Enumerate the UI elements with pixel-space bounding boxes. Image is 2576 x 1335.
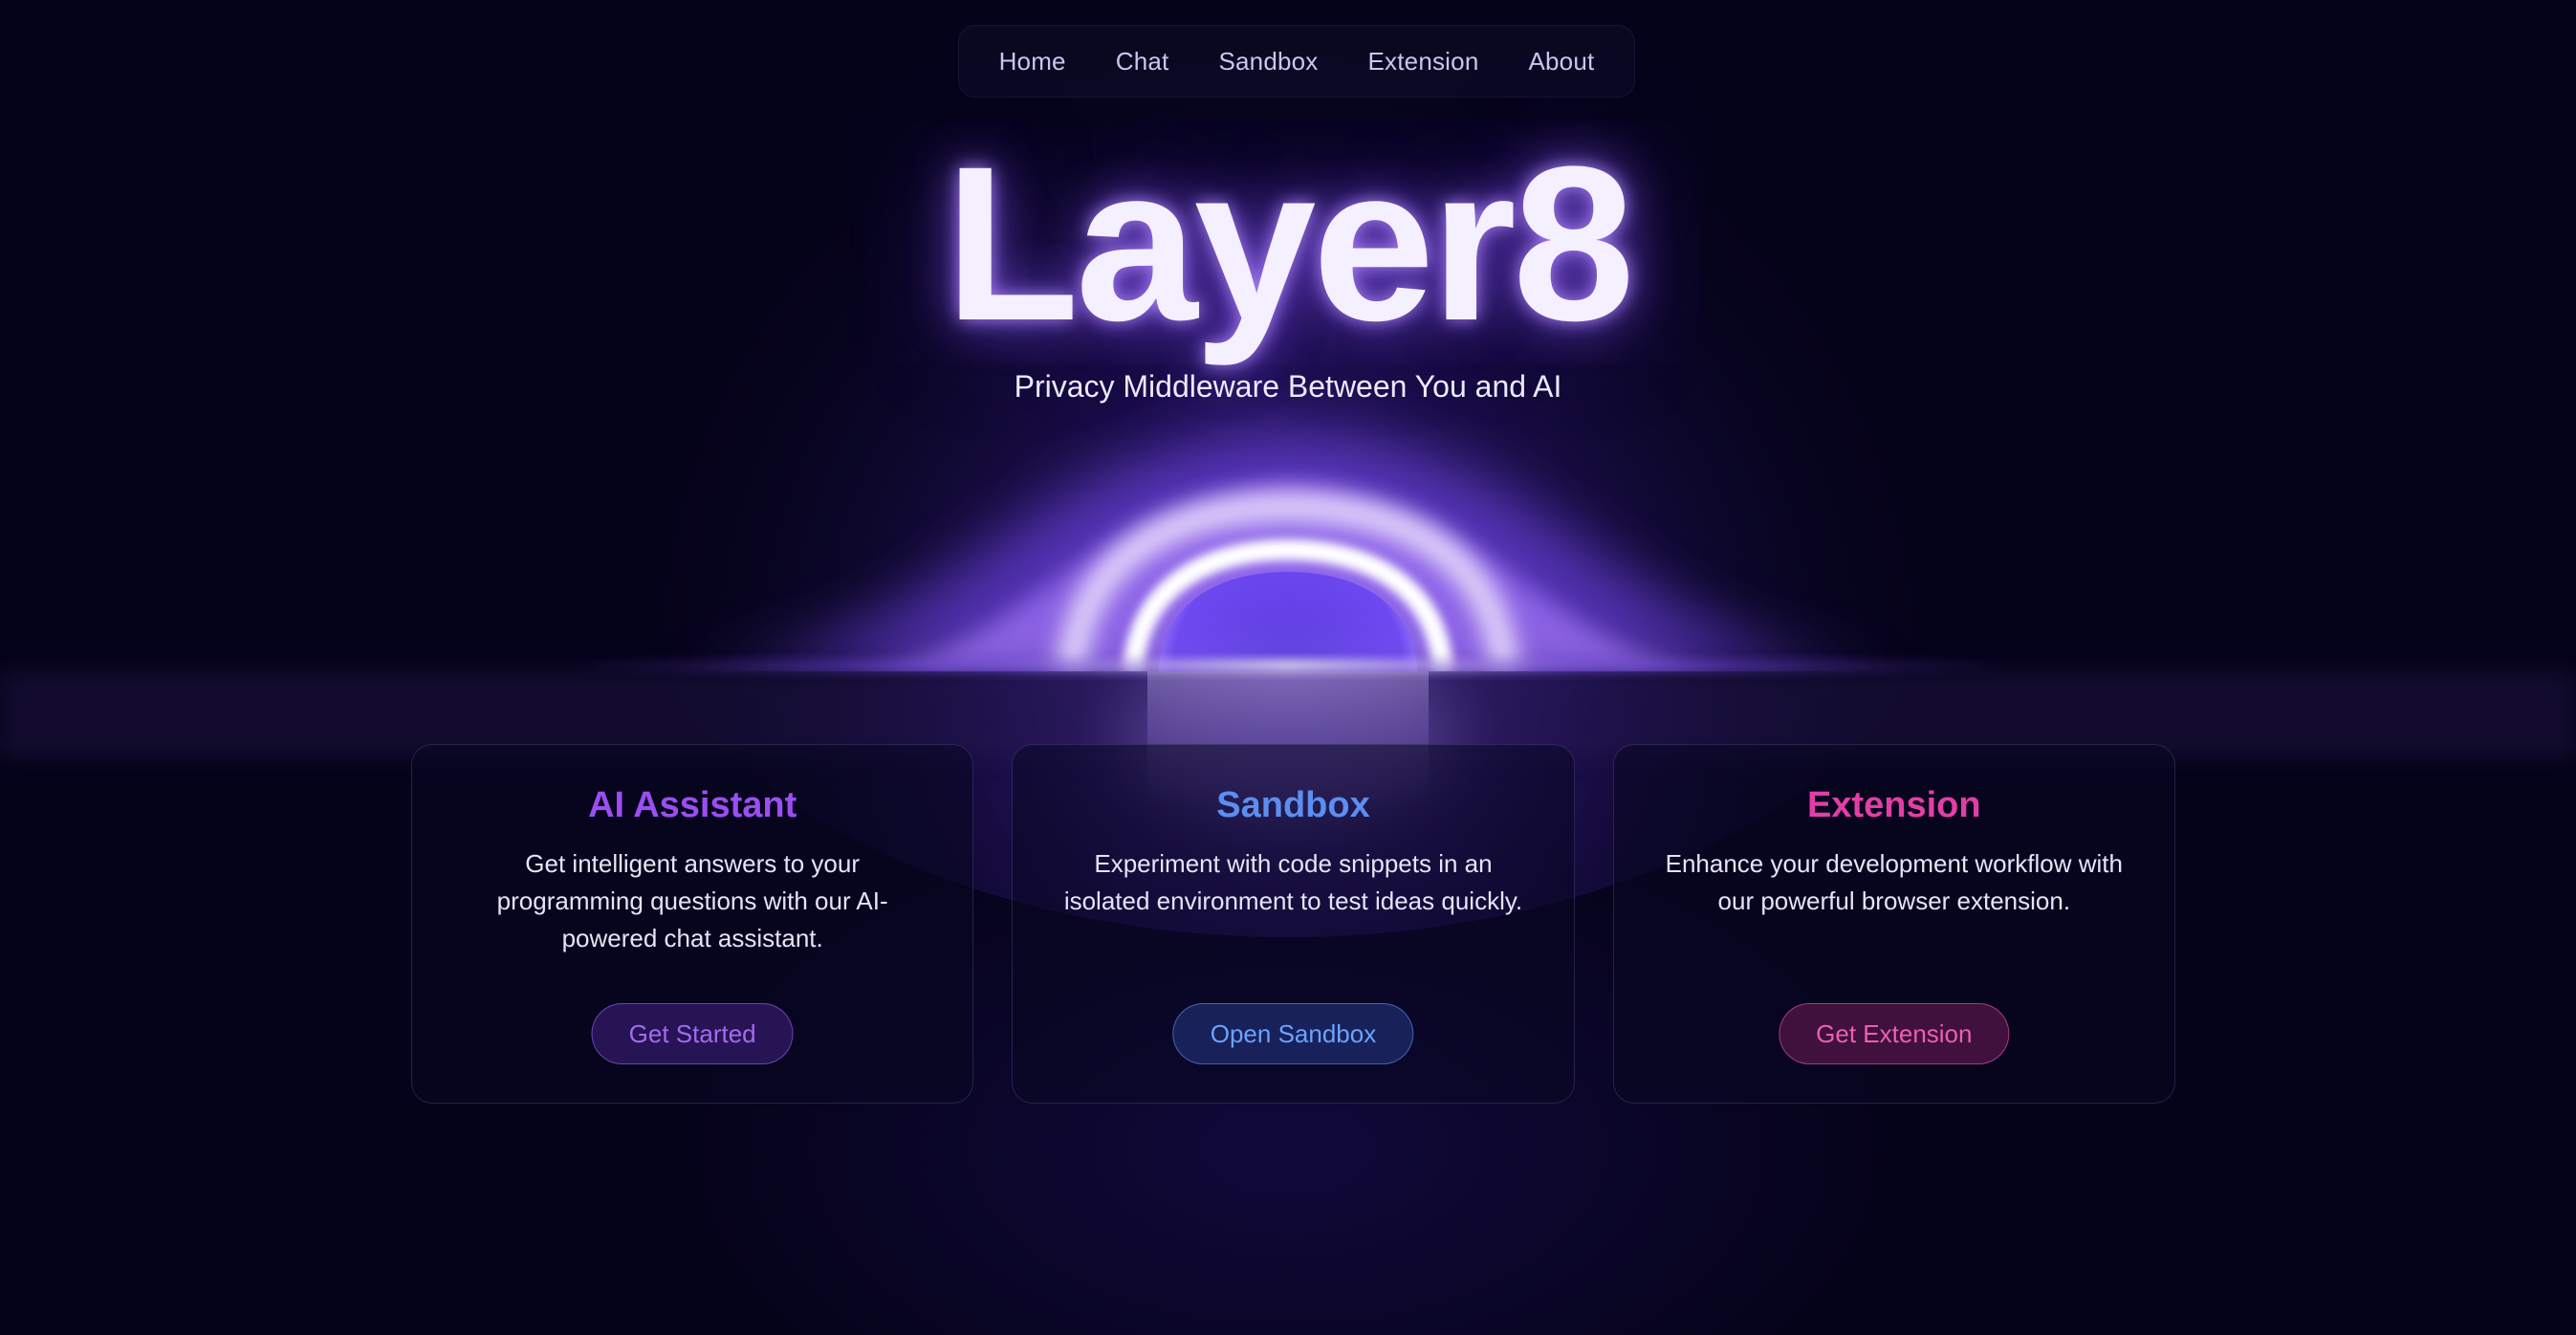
page: Home Chat Sandbox Extension About Layer8…: [0, 0, 2576, 1335]
nav-sandbox-link[interactable]: Sandbox: [1218, 47, 1318, 77]
card-extension: Extension Enhance your development workf…: [1612, 744, 2175, 1104]
nav-home-link[interactable]: Home: [999, 47, 1066, 77]
card-description: Get intelligent answers to your programm…: [496, 849, 888, 952]
card-title: Sandbox: [1216, 785, 1370, 825]
card-description: Enhance your development workflow with o…: [1665, 849, 2123, 915]
card-title: AI Assistant: [588, 785, 797, 825]
feature-cards: AI Assistant Get intelligent answers to …: [411, 744, 2175, 1104]
hero-subtitle: Privacy Middleware Between You and AI: [1014, 369, 1562, 404]
hero-title: Layer8: [945, 120, 1635, 366]
get-started-button[interactable]: Get Started: [591, 1003, 794, 1064]
open-sandbox-button[interactable]: Open Sandbox: [1172, 1003, 1414, 1064]
card-title: Extension: [1807, 785, 1981, 825]
get-extension-button[interactable]: Get Extension: [1779, 1003, 2010, 1064]
nav-extension-link[interactable]: Extension: [1368, 47, 1479, 77]
nav-chat-link[interactable]: Chat: [1116, 47, 1169, 77]
top-nav: Home Chat Sandbox Extension About: [958, 25, 1635, 98]
card-description: Experiment with code snippets in an isol…: [1063, 849, 1523, 915]
nav-about-link[interactable]: About: [1528, 47, 1594, 77]
card-sandbox: Sandbox Experiment with code snippets in…: [1012, 744, 1575, 1104]
card-ai-assistant: AI Assistant Get intelligent answers to …: [411, 744, 974, 1104]
